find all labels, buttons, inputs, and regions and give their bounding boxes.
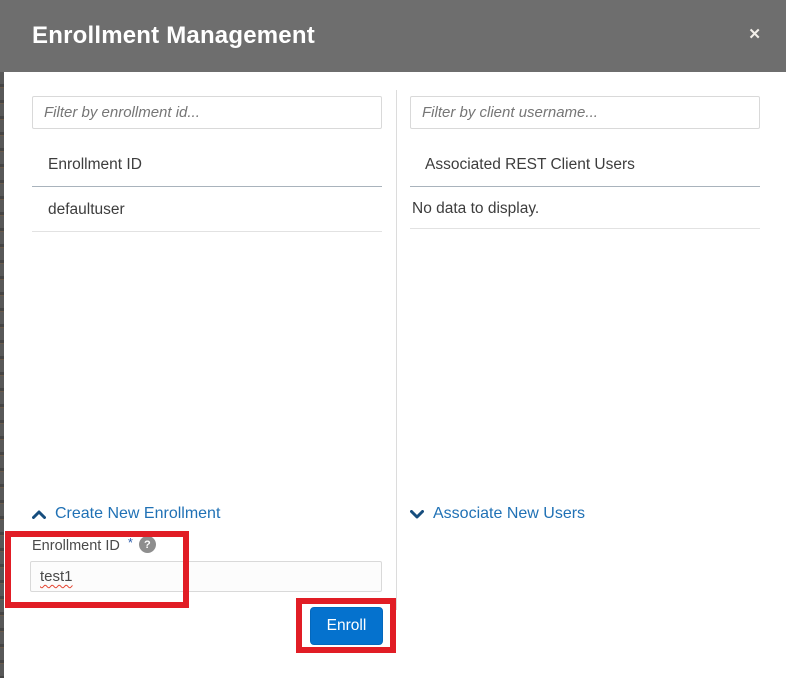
enrollment-row-divider (32, 231, 382, 232)
associate-new-users-label: Associate New Users (433, 505, 585, 523)
help-icon[interactable]: ? (139, 536, 156, 553)
enrollment-header-divider (32, 186, 382, 187)
column-divider (396, 90, 397, 610)
enrollment-management-dialog: Enrollment Management ✕ Enrollment ID de… (0, 0, 786, 678)
chevron-down-icon (410, 510, 424, 519)
dialog-header: Enrollment Management ✕ (0, 0, 786, 72)
dialog-title: Enrollment Management (32, 22, 315, 50)
chevron-up-icon (32, 510, 46, 519)
create-new-enrollment-toggle[interactable]: Create New Enrollment (32, 505, 220, 523)
table-row[interactable]: defaultuser (48, 201, 125, 219)
associated-users-header-divider (410, 186, 760, 187)
client-username-filter-input[interactable] (410, 96, 760, 129)
enrollment-filter-input[interactable] (32, 96, 382, 129)
create-new-enrollment-label: Create New Enrollment (55, 505, 220, 523)
enrollment-id-value: test1 (40, 568, 73, 585)
enroll-button[interactable]: Enroll (310, 607, 383, 645)
enrollment-table-header: Enrollment ID (48, 156, 142, 174)
enrollment-id-input[interactable]: test1 (30, 561, 382, 592)
required-asterisk: * (128, 535, 133, 550)
enrollment-id-label-row: Enrollment ID * ? (32, 538, 156, 555)
enrollment-id-label: Enrollment ID (32, 538, 120, 554)
associated-users-table-header: Associated REST Client Users (425, 156, 635, 174)
associate-new-users-toggle[interactable]: Associate New Users (410, 505, 585, 523)
no-data-message: No data to display. (412, 200, 539, 218)
close-icon[interactable]: ✕ (746, 25, 763, 44)
page-edge-background (0, 72, 4, 678)
associated-users-row-divider (410, 228, 760, 229)
